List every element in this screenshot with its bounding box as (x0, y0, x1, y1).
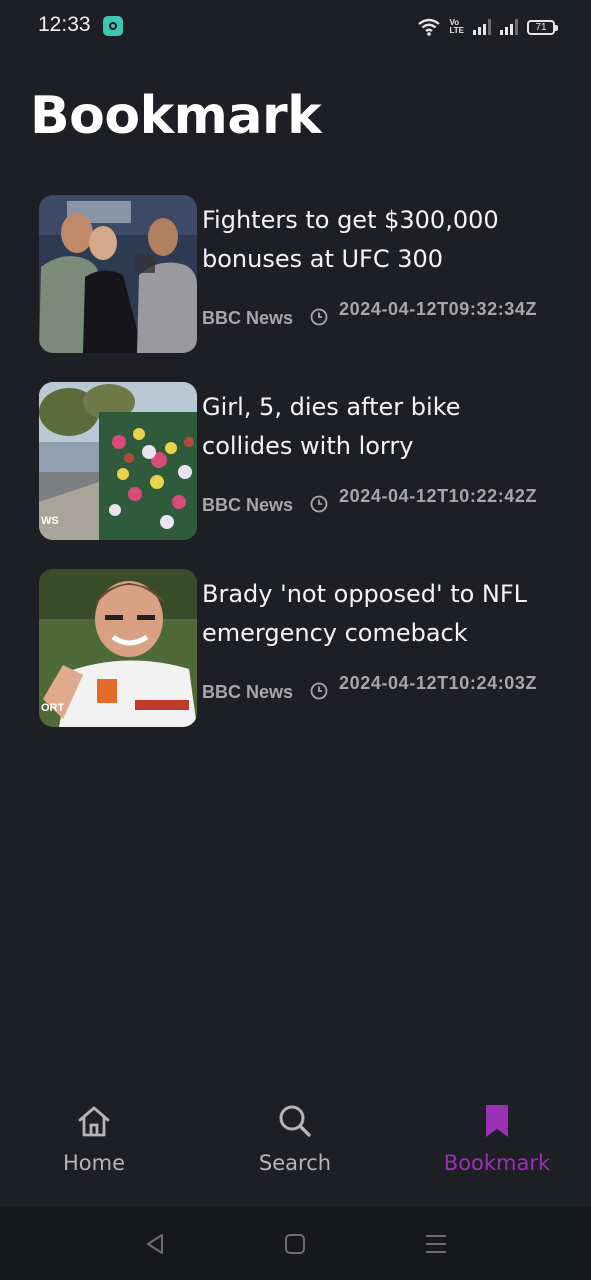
signal-1-icon (473, 19, 491, 35)
bookmark-article[interactable]: ORT Brady 'not opposed' to NFL emergency… (39, 569, 559, 727)
bottom-navigation: Home Search Bookmark (0, 1085, 591, 1207)
volte-bottom: LTE (449, 26, 464, 35)
volte-icon: Vo LTE (449, 19, 464, 35)
app-notification-icon (103, 16, 123, 36)
page-title: Bookmark (30, 86, 322, 146)
nav-home-label: Home (62, 1151, 125, 1175)
article-thumbnail[interactable] (39, 195, 197, 353)
article-date: 2024-04-12T09:32:34Z (339, 299, 538, 319)
article-meta: BBC News 2024-04-12T10:22:42Z (202, 483, 562, 531)
system-navigation-bar (0, 1207, 591, 1280)
clock-icon (310, 308, 328, 326)
wifi-icon (418, 18, 441, 36)
status-indicators: Vo LTE 71 (418, 14, 558, 40)
nav-home[interactable]: Home (19, 1103, 169, 1193)
article-date: 2024-04-12T10:22:42Z (339, 486, 538, 506)
menu-icon[interactable] (423, 1231, 449, 1257)
article-thumbnail[interactable]: ORT (39, 569, 197, 727)
article-source: BBC News (202, 308, 294, 328)
article-source: BBC News (202, 682, 294, 702)
bookmark-article[interactable]: Fighters to get $300,000 bonuses at UFC … (39, 195, 559, 353)
nav-search-label: Search (258, 1151, 332, 1175)
bookmark-article[interactable]: WS Girl, 5, dies after bike collides wit… (39, 382, 559, 540)
bookmark-icon (486, 1105, 508, 1137)
thumbnail-caption: WS (41, 515, 59, 527)
article-meta: BBC News 2024-04-12T09:32:34Z (202, 296, 562, 344)
search-icon (279, 1105, 311, 1137)
clock-icon (310, 682, 328, 700)
article-meta: BBC News 2024-04-12T10:24:03Z (202, 670, 562, 718)
thumbnail-caption: ORT (41, 702, 65, 714)
status-time: 12:33 (38, 13, 91, 36)
article-title[interactable]: Fighters to get $300,000 bonuses at UFC … (202, 201, 557, 279)
article-title[interactable]: Girl, 5, dies after bike collides with l… (202, 388, 557, 466)
clock-icon (310, 495, 328, 513)
nav-bookmark-label: Bookmark (443, 1151, 551, 1175)
article-title[interactable]: Brady 'not opposed' to NFL emergency com… (202, 575, 557, 653)
status-bar: 12:33 Vo LTE 71 (0, 0, 591, 52)
battery-icon: 71 (527, 19, 558, 35)
nav-search[interactable]: Search (220, 1103, 370, 1193)
nav-bookmark[interactable]: Bookmark (422, 1103, 572, 1193)
back-icon[interactable] (142, 1231, 168, 1257)
article-thumbnail[interactable]: WS (39, 382, 197, 540)
article-date: 2024-04-12T10:24:03Z (339, 673, 538, 693)
signal-2-icon (500, 19, 518, 35)
home-square-icon[interactable] (282, 1231, 308, 1257)
article-source: BBC News (202, 495, 294, 515)
home-icon (78, 1106, 110, 1137)
